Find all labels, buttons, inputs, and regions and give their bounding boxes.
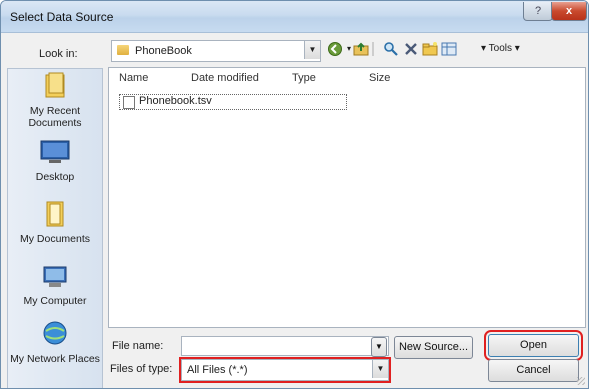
file-list[interactable]: Name Date modified Type Size Phonebook.t… (108, 67, 586, 328)
resize-grip[interactable] (577, 377, 585, 385)
chevron-down-icon[interactable]: ▼ (372, 360, 388, 378)
my-documents-icon (46, 201, 64, 227)
search-web-icon[interactable] (383, 41, 399, 57)
place-my-computer[interactable]: My Computer (8, 261, 102, 307)
file-icon (123, 96, 135, 109)
help-button[interactable]: ? (523, 2, 553, 21)
up-folder-icon[interactable] (353, 41, 369, 57)
title-bar[interactable]: Select Data Source ? x (1, 1, 588, 33)
tools-menu-button[interactable]: ▾ Tools ▾ (481, 43, 520, 54)
new-source-button[interactable]: New Source... (394, 336, 473, 359)
new-folder-icon[interactable] (422, 41, 438, 57)
folder-icon (117, 45, 129, 55)
files-of-type-dropdown[interactable]: All Files (*.*) ▼ (179, 357, 391, 383)
column-header-type[interactable]: Type (292, 72, 316, 84)
network-places-icon (43, 321, 67, 345)
place-label: My Recent Documents (28, 105, 82, 129)
place-my-network-places[interactable]: My Network Places (8, 319, 102, 365)
my-computer-icon (43, 266, 67, 287)
look-in-value: PhoneBook (135, 45, 192, 57)
place-label: My Documents (19, 233, 91, 245)
look-in-label: Look in: (39, 48, 78, 60)
close-button[interactable]: x (551, 2, 587, 21)
desktop-icon (40, 140, 70, 163)
select-data-source-dialog: Select Data Source ? x Look in: PhoneBoo… (0, 0, 589, 389)
tools-dropdown-icon: ▾ (481, 43, 487, 54)
delete-icon[interactable] (403, 41, 419, 57)
place-label: My Computer (23, 295, 87, 307)
files-of-type-label: Files of type: (110, 363, 173, 375)
column-header-date-modified[interactable]: Date modified (191, 72, 259, 84)
column-header-name[interactable]: Name (119, 72, 148, 84)
column-header-size[interactable]: Size (369, 72, 390, 84)
dialog-title: Select Data Source (10, 10, 114, 24)
place-label: Desktop (35, 171, 75, 183)
open-button[interactable]: Open (484, 330, 583, 361)
file-name: Phonebook.tsv (139, 95, 212, 107)
back-dropdown-icon[interactable]: ▾ (345, 41, 353, 57)
files-of-type-value: All Files (*.*) (187, 364, 248, 376)
place-label: My Network Places (10, 353, 100, 365)
cancel-button[interactable]: Cancel (488, 359, 579, 382)
file-name-field[interactable] (181, 336, 389, 356)
views-icon[interactable] (441, 41, 457, 57)
chevron-down-icon[interactable]: ▼ (304, 41, 320, 59)
file-name-label: File name: (112, 340, 164, 352)
place-my-documents[interactable]: My Documents (8, 199, 102, 245)
look-in-dropdown[interactable]: PhoneBook ▼ (111, 40, 321, 62)
tools-dropdown-icon: ▾ (514, 43, 520, 54)
back-icon[interactable] (327, 41, 343, 57)
file-name-dropdown[interactable]: ▼ (371, 337, 387, 357)
place-desktop[interactable]: Desktop (8, 137, 102, 183)
recent-documents-icon (45, 72, 65, 98)
toolbar-separator (371, 41, 375, 57)
tools-label: Tools (488, 43, 512, 54)
list-item[interactable]: Phonebook.tsv (119, 94, 347, 110)
place-recent-documents[interactable]: My Recent Documents (8, 71, 102, 129)
places-bar: My Recent Documents Desktop My Documents… (7, 68, 103, 388)
